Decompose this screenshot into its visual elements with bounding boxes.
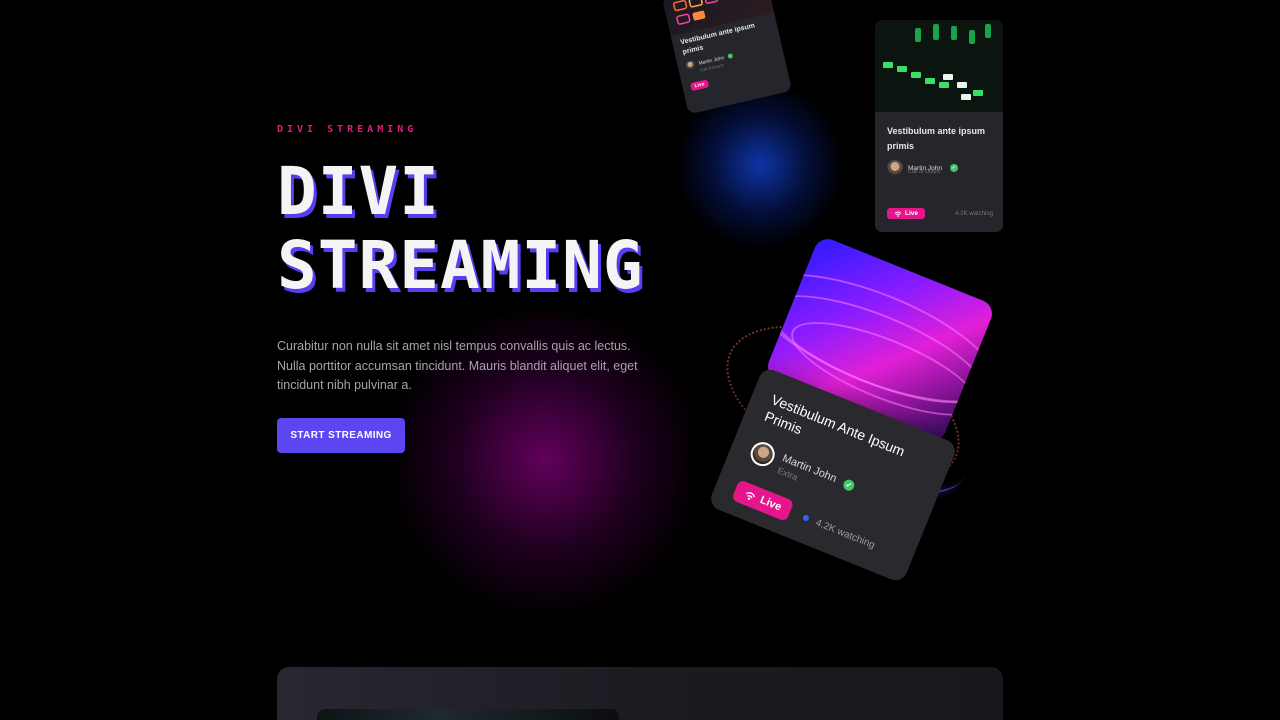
stream-footer: Live 4.2K watching	[887, 208, 993, 219]
live-badge: Live	[731, 479, 795, 522]
stream-card-small[interactable]: Vestibulum ante ipsum primis Martin John…	[661, 0, 793, 115]
hero-eyebrow: DIVI STREAMING	[277, 124, 418, 135]
watching-count: 4.2K watching	[814, 517, 877, 551]
watching-count: 4.2K watching	[955, 210, 993, 217]
live-badge: Live	[689, 79, 710, 92]
check-badge-icon: ✓	[841, 477, 856, 493]
avatar	[887, 160, 903, 176]
hero-section: DIVI STREAMING DIVI STREAMING Curabitur …	[277, 124, 717, 453]
check-badge-icon	[727, 53, 734, 60]
broadcast-icon	[894, 211, 902, 217]
panel-thumbnail	[317, 709, 619, 720]
live-label: Live	[694, 81, 706, 90]
live-label: Live	[758, 494, 784, 514]
hero-title-line1: DIVI	[277, 153, 440, 230]
hero-description: Curabitur non nulla sit amet nisl tempus…	[277, 339, 638, 392]
live-badge: Live	[887, 208, 926, 219]
status-dot	[802, 514, 810, 522]
avatar	[747, 438, 779, 470]
hero-title-line2: STREAMING	[277, 227, 644, 304]
live-label: Live	[905, 210, 919, 217]
featured-stream: Vestibulum Ante Ipsum Primis Martin John…	[700, 234, 1000, 590]
start-streaming-button[interactable]: START STREAMING	[277, 417, 405, 453]
check-badge-icon: ✓	[949, 164, 958, 172]
stream-card-side[interactable]: Vestibulum ante ipsum primis Martin John…	[875, 20, 1003, 232]
watching-indicator: 4.2K watching	[801, 512, 876, 551]
stream-thumbnail	[875, 20, 1003, 112]
stream-title: Vestibulum ante ipsum primis	[887, 126, 986, 151]
hero-title: DIVI STREAMING	[277, 155, 717, 303]
broadcast-icon	[746, 491, 756, 500]
content-panel	[277, 667, 1003, 720]
